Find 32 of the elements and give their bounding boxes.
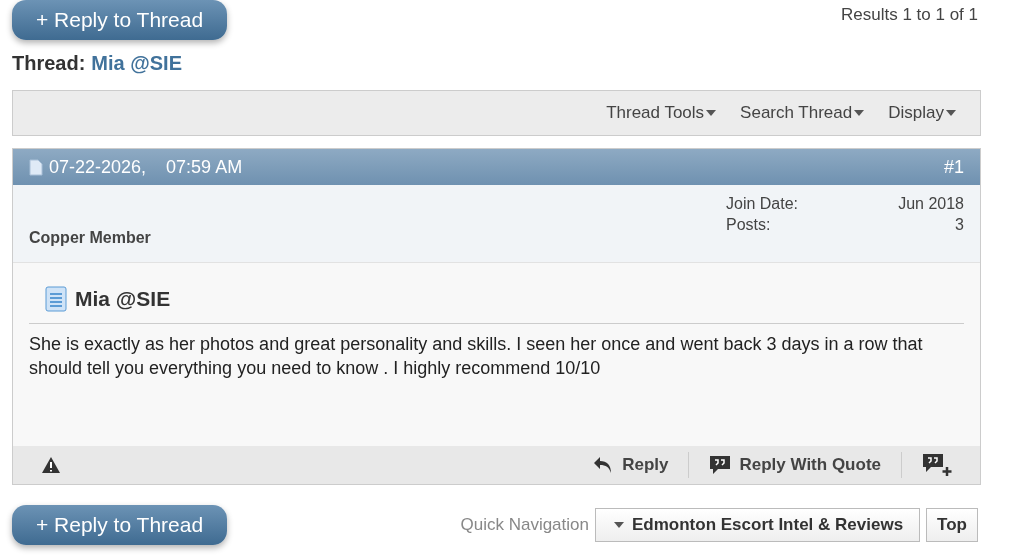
results-text: Results 1 to 1 of 1 — [840, 4, 978, 26]
toolbar-menu[interactable]: Display — [888, 100, 956, 126]
post-number: #1 — [943, 155, 964, 179]
stat-value: Jun 2018 — [898, 194, 964, 214]
warning-icon[interactable] — [41, 456, 61, 474]
quote-bubble-icon — [709, 455, 732, 475]
reply-with-quote-button[interactable]: Reply With Quote — [689, 452, 902, 478]
toolbar-menu[interactable]: Thread Tools — [606, 100, 717, 126]
document-icon — [45, 285, 67, 312]
reply-button[interactable]: Reply — [592, 452, 690, 478]
multi-quote-icon[interactable] — [922, 453, 952, 477]
post-time: 07:59 AM — [166, 155, 243, 179]
thread-title: Mia @SIE — [91, 51, 182, 76]
post-text: She is exactly as her photos and great personality and skills. I seen her once and went back 3 days in a row that should tell you everything you need to know . I highly recommend 10/10 — [29, 332, 924, 380]
caret-icon — [706, 110, 717, 116]
document-icon — [29, 158, 43, 176]
reply-to-thread-button[interactable]: + Reply to Thread — [12, 0, 228, 40]
stat-label: Join Date: — [726, 194, 799, 214]
forum-select[interactable]: Edmonton Escort Intel & Reviews — [595, 508, 921, 542]
caret-icon — [946, 110, 956, 116]
stat-value: 3 — [955, 215, 964, 235]
stat-label: Posts: — [726, 215, 771, 235]
reply-to-thread-button[interactable]: + Reply to Thread — [12, 505, 228, 545]
thread-label: Thread: — [12, 51, 86, 76]
caret-icon — [614, 522, 624, 528]
quick-navigation-label: Quick Navigation — [460, 514, 589, 537]
toolbar-menu[interactable]: Search Thread — [740, 100, 865, 126]
user-rank: Copper Member — [29, 228, 151, 248]
post-title: Mia @SIE — [75, 286, 171, 312]
post-date: 07-22-2026, — [49, 155, 147, 179]
top-button[interactable]: Top — [926, 508, 978, 542]
caret-icon — [854, 110, 865, 116]
